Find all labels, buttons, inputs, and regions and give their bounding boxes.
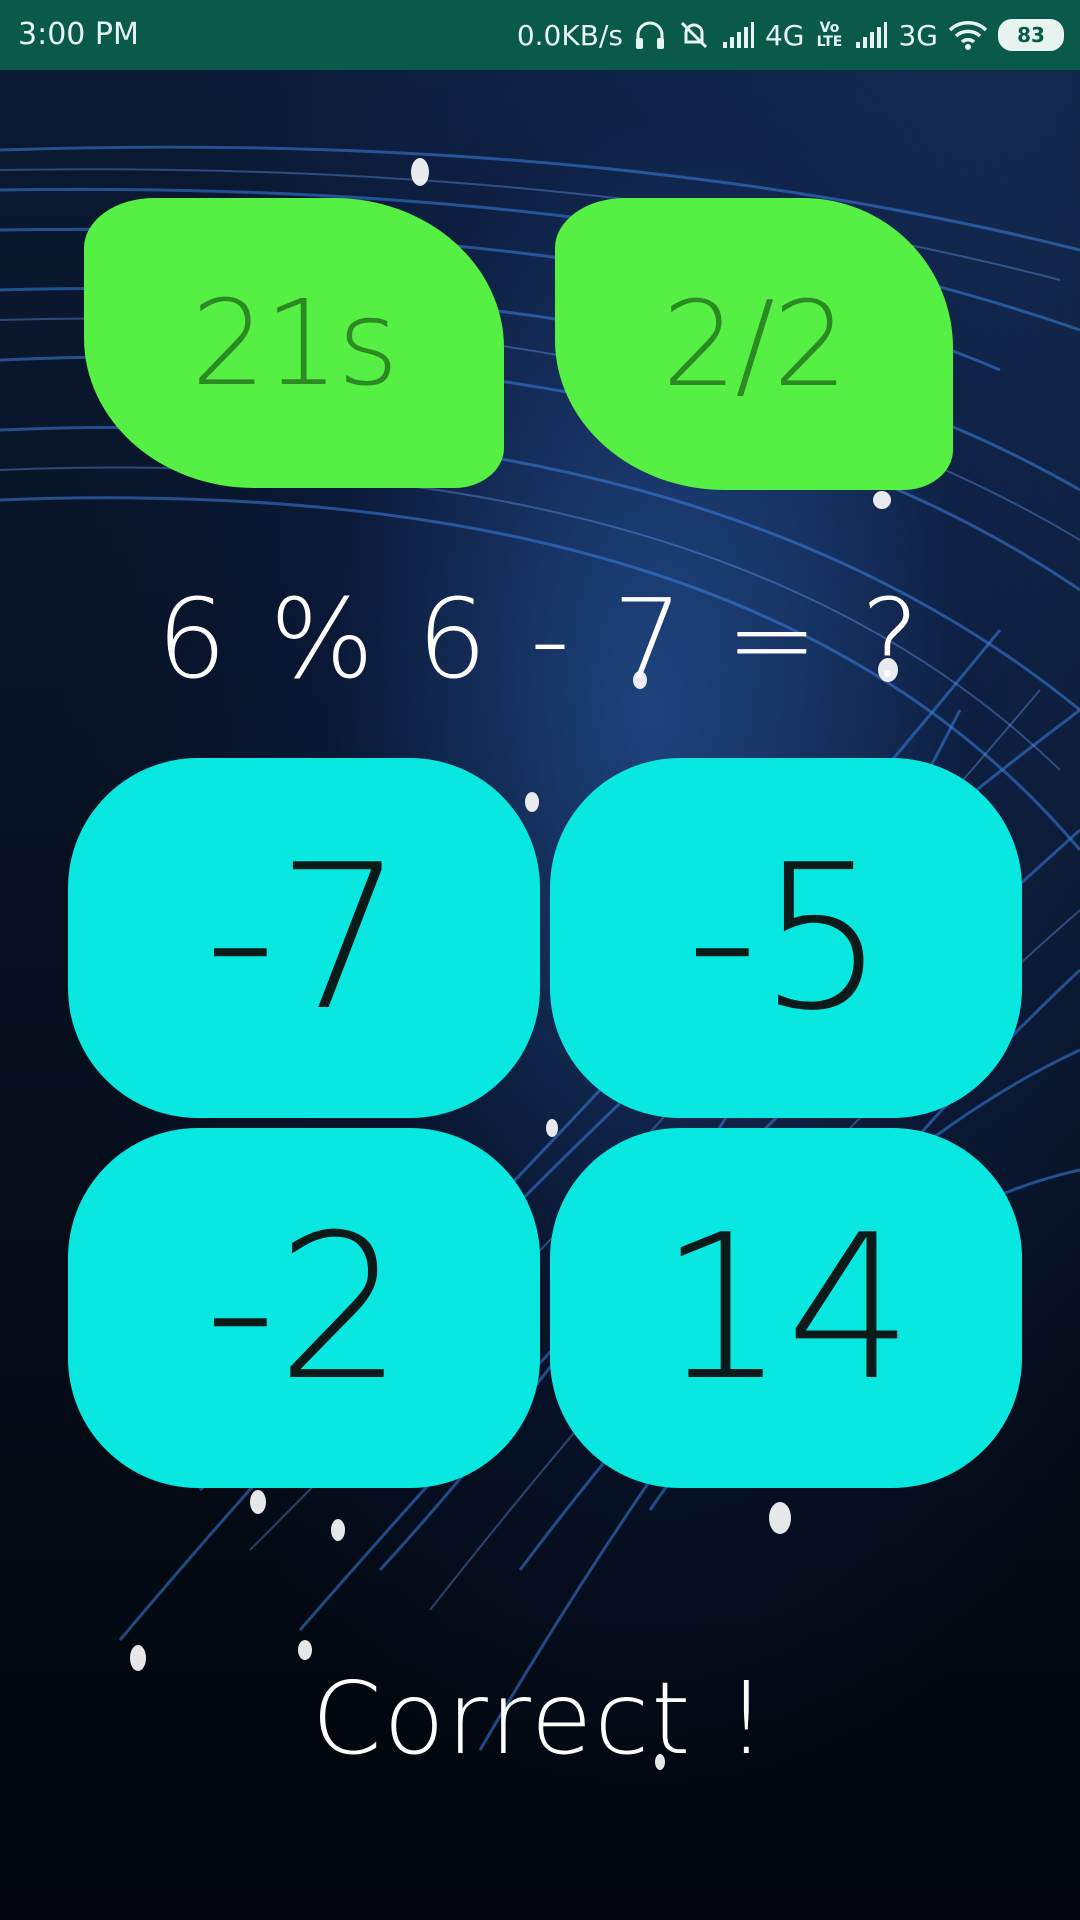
feedback-text: Correct ! — [311, 1660, 769, 1777]
answer-label-1: -7 — [204, 821, 404, 1055]
answer-button-1[interactable]: -7 — [68, 758, 540, 1118]
network-type-1: 4G — [764, 18, 805, 52]
answer-button-3[interactable]: -2 — [68, 1128, 540, 1488]
progress-text: 2/2 — [662, 275, 848, 413]
progress-badge: 2/2 — [555, 198, 953, 490]
answer-label-2: -5 — [686, 821, 886, 1055]
status-bar: 3:00 PM 0.0KB/s 4G Vo LTE 3G 83 — [0, 0, 1080, 70]
headphones-icon — [635, 21, 664, 49]
status-time: 3:00 PM — [18, 17, 139, 52]
battery-icon: 83 — [998, 19, 1064, 51]
timer-text: 21s — [191, 274, 399, 412]
signal-icon-2 — [856, 22, 888, 48]
battery-level: 83 — [1017, 23, 1045, 47]
mute-icon — [680, 21, 708, 49]
status-icons: 0.0KB/s 4G Vo LTE 3G 83 — [517, 14, 1064, 56]
signal-icon — [722, 22, 754, 48]
question-text: 6 % 6 - 7 = ? — [156, 575, 924, 703]
volte-icon: Vo LTE — [816, 20, 843, 50]
timer-badge: 21s — [84, 198, 504, 488]
answer-button-4[interactable]: 14 — [550, 1128, 1022, 1488]
wifi-icon — [948, 21, 988, 50]
network-speed: 0.0KB/s — [516, 18, 623, 52]
network-type-2: 3G — [898, 18, 938, 52]
answer-button-2[interactable]: -5 — [550, 758, 1022, 1118]
answer-label-3: -2 — [204, 1191, 404, 1425]
answer-label-4: 14 — [658, 1191, 914, 1425]
